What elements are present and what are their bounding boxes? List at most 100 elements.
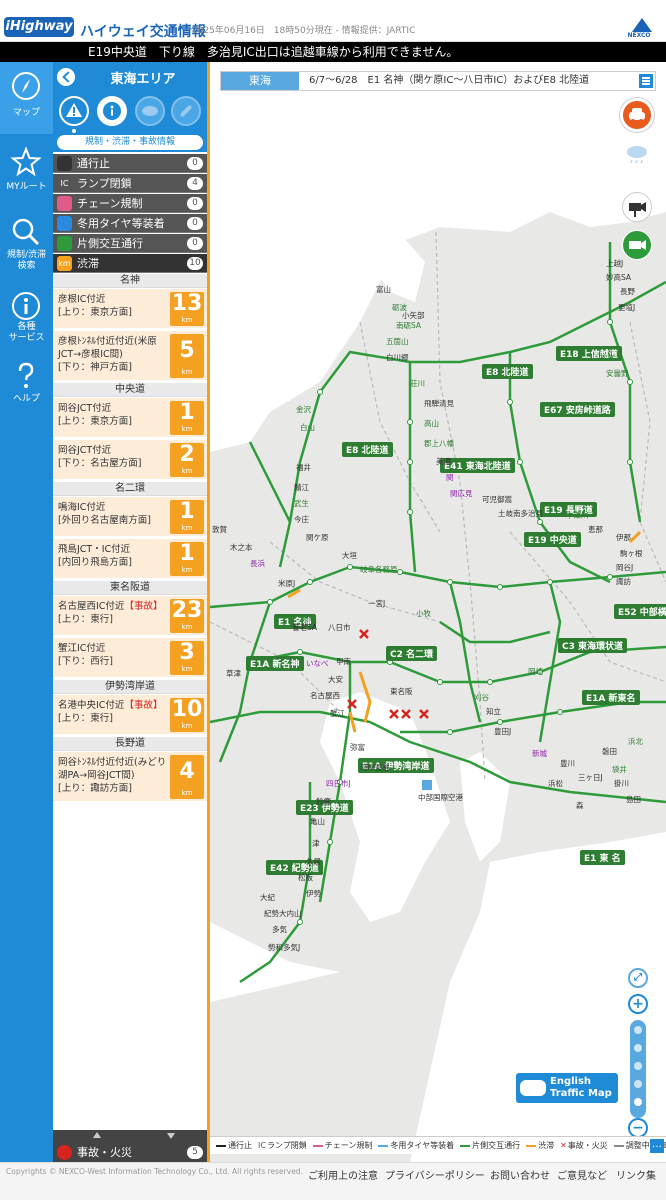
map-place-label[interactable]: 長野 [620, 286, 635, 297]
map-place-label[interactable]: 妙高SA [606, 272, 631, 283]
road-label[interactable]: E41 東海北陸道 [440, 458, 515, 473]
road-label[interactable]: E1 東 名 [580, 850, 625, 865]
back-button[interactable] [57, 68, 75, 86]
map-place-label[interactable]: 森 [576, 800, 584, 811]
map-place-label[interactable]: 浜北 [628, 736, 643, 747]
live-camera-button[interactable] [622, 230, 652, 260]
category-row[interactable]: チェーン規制 0 [53, 194, 207, 213]
category-row[interactable]: 冬用タイヤ等装着 0 [53, 214, 207, 233]
map-place-label[interactable]: 可児御嵩 [482, 494, 512, 505]
map-place-label[interactable]: 岡谷J [616, 562, 633, 573]
jam-item[interactable]: 彦根IC付近 [上り：東京方面] 13 km [53, 289, 207, 329]
map-place-label[interactable]: 東名阪 [390, 686, 413, 697]
map-place-label[interactable]: 甲南 [336, 656, 351, 667]
map-place-label[interactable]: 関広見 [450, 488, 473, 499]
map-place-label[interactable]: 荘川 [410, 378, 425, 389]
map-place-label[interactable]: 豊川 [560, 758, 575, 769]
filter-link-button[interactable] [171, 96, 201, 126]
map-place-label[interactable]: 美濃 [436, 456, 451, 467]
map-place-label[interactable]: 紀勢大内山 [264, 908, 302, 919]
map-place-label[interactable]: 刈谷 [474, 692, 489, 703]
route-area-tab[interactable]: 東海 [221, 72, 299, 90]
fullscreen-button[interactable]: ⤢ [628, 968, 648, 988]
map-place-label[interactable]: 福井 [296, 462, 311, 473]
nav-item-myroute[interactable]: MYルート [0, 138, 53, 210]
map-place-label[interactable]: 津 [312, 838, 320, 849]
map-place-label[interactable]: 駒ヶ根 [620, 548, 643, 559]
map-place-label[interactable]: 大安 [328, 674, 343, 685]
map-place-label[interactable]: 金沢 [296, 404, 311, 415]
map-place-label[interactable]: 島田 [626, 794, 641, 805]
map-place-label[interactable]: 更埴J [618, 302, 635, 313]
section-pill[interactable]: 規制・渋滞・事故情報 [57, 135, 203, 150]
jam-item[interactable]: 岡谷JCT付近 [下り：名古屋方面] 2 km [53, 440, 207, 480]
map-place-label[interactable]: 蟹江 [330, 708, 345, 719]
weather-layer-button[interactable] [622, 138, 652, 168]
map-place-label[interactable]: 亀山 [310, 816, 325, 827]
map-place-label[interactable]: 一宮J [368, 598, 385, 609]
map-place-label[interactable]: 勢和多気J [268, 942, 300, 953]
road-label[interactable]: E19 中央道 [524, 532, 581, 547]
map-place-label[interactable]: 草津 [226, 668, 241, 679]
map-place-label[interactable]: 多気 [272, 924, 287, 935]
jam-item[interactable]: 飛島JCT・IC付近 [内回り飛島方面] 1 km [53, 539, 207, 579]
map-place-label[interactable]: 岡崎 [528, 666, 543, 677]
map-place-label[interactable]: 南砺SA [396, 320, 421, 331]
map-place-label[interactable]: 富山 [376, 284, 391, 295]
jam-item[interactable]: 岡谷ﾄﾝﾈﾙ付近付近(みどり 湖PA→岡谷JCT間) [上り：諏訪方面] 4 km [53, 752, 207, 802]
filter-info-button[interactable] [97, 96, 127, 126]
road-label[interactable]: C3 東海環状道 [558, 638, 628, 653]
map-place-label[interactable]: 松阪 [298, 872, 313, 883]
category-row[interactable]: 片側交互通行 0 [53, 234, 207, 253]
map-place-label[interactable]: 関ケ原 [306, 532, 329, 543]
map-place-label[interactable]: 伊那 [616, 532, 631, 543]
map-place-label[interactable]: 土岐南多治見 [498, 508, 543, 519]
map-place-label[interactable]: 大紀 [260, 892, 275, 903]
traffic-layer-button[interactable] [620, 98, 654, 132]
map-canvas[interactable] [210, 62, 666, 1162]
footer-link-terms[interactable]: ご利用上の注意 [308, 1167, 378, 1182]
footer-link-contact[interactable]: お問い合わせ [490, 1167, 550, 1182]
jam-item[interactable]: 名港中央IC付近【事故】 [上り：東行] 10 km [53, 695, 207, 735]
nav-item-services[interactable]: 各種 サービス [0, 282, 53, 354]
map-place-label[interactable]: 新城 [532, 748, 547, 759]
jam-item[interactable]: 彦根ﾄﾝﾈﾙ付近付近(米原 JCT→彦根IC間) [下り：神戸方面] 5 km [53, 331, 207, 381]
road-label[interactable]: E52 中部横 [614, 604, 666, 619]
map-place-label[interactable]: 高山 [424, 418, 439, 429]
map-place-label[interactable]: 五箇山 [386, 336, 409, 347]
road-label[interactable]: E67 安房峠道路 [540, 402, 615, 417]
map-place-label[interactable]: 中津川 [566, 510, 589, 521]
nexco-logo[interactable]: NEXCO [618, 18, 660, 40]
map-place-label[interactable]: 養老SA [292, 622, 317, 633]
menu-button[interactable] [639, 74, 653, 88]
footer-link-links[interactable]: リンク集 [616, 1167, 656, 1182]
jam-item[interactable]: 名古屋西IC付近【事故】 [上り：東行] 23 km [53, 596, 207, 636]
zoom-out-button[interactable]: − [628, 1118, 648, 1138]
accident-category-row[interactable]: 事故・火災 5 [53, 1143, 207, 1162]
scroll-up-icon[interactable] [93, 1132, 101, 1138]
map-place-label[interactable]: 敦賀 [212, 524, 227, 535]
road-label[interactable]: E8 北陸道 [342, 442, 393, 457]
zoom-slider[interactable] [630, 1020, 646, 1118]
jam-item[interactable]: 蟹江IC付近 [下り：西行] 3 km [53, 638, 207, 678]
jam-item[interactable]: 岡谷JCT付近 [上り：東京方面] 1 km [53, 398, 207, 438]
map-place-label[interactable]: 伊勢 [306, 888, 321, 899]
road-label[interactable]: E1A 新名神 [246, 656, 304, 671]
map-place-label[interactable]: 湾岸長島 [360, 762, 390, 773]
map-place-label[interactable]: 安曇野 [606, 368, 629, 379]
map-place-label[interactable]: 木之本 [230, 542, 253, 553]
category-row[interactable]: IC ランプ閉鎖 4 [53, 174, 207, 193]
map-place-label[interactable]: 今庄 [294, 514, 309, 525]
scroll-down-icon[interactable] [167, 1133, 175, 1139]
map-place-label[interactable]: 鯖江 [294, 482, 309, 493]
footer-link-privacy[interactable]: プライバシーポリシー [385, 1167, 485, 1182]
traffic-map[interactable]: 東海 6/7～6/28 E1 名神（関ケ原IC～八日市IC）およびE8 北陸道 [210, 62, 666, 1162]
map-place-label[interactable]: 四日市J [326, 778, 351, 789]
english-traffic-map-button[interactable]: English Traffic Map [516, 1073, 618, 1103]
footer-link-feedback[interactable]: ご意見など [557, 1167, 607, 1182]
map-place-label[interactable]: 三ヶ日J [578, 772, 603, 783]
map-place-label[interactable]: 長浜 [250, 558, 265, 569]
map-place-label[interactable]: 鈴鹿 [316, 796, 331, 807]
ihighway-logo[interactable]: iHighway [4, 17, 74, 37]
map-place-label[interactable]: 白川郷 [386, 352, 409, 363]
